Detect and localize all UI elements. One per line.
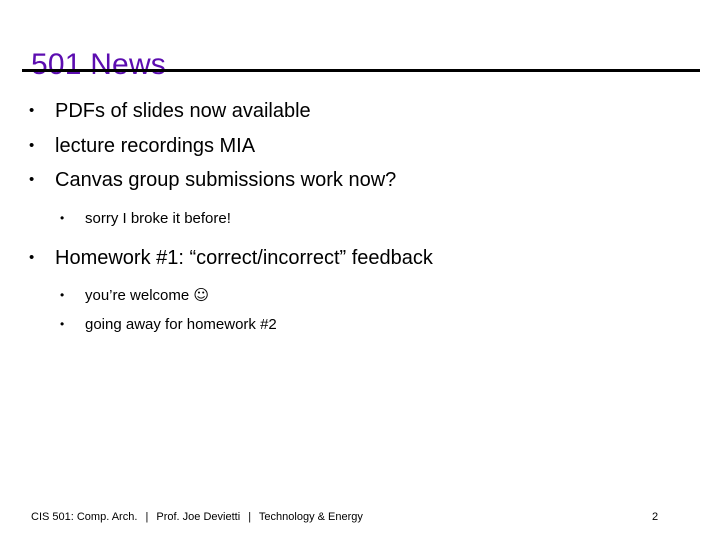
sub-list-item-text: you’re welcome <box>85 287 194 304</box>
bullet-list: • PDFs of slides now available • lecture… <box>0 94 720 339</box>
sub-list-item-label: going away for homework #2 <box>85 316 277 333</box>
sub-list-item: • going away for homework #2 <box>0 310 720 339</box>
list-item-label: Canvas group submissions work now? <box>55 169 397 191</box>
footer-separator: | <box>248 511 252 523</box>
list-item: • lecture recordings MIA <box>0 129 720 164</box>
list-item-label: Homework #1: “correct/incorrect” feedbac… <box>55 246 433 269</box>
bullet-marker-icon: • <box>60 210 65 225</box>
sub-list-item: • you’re welcome ☺ <box>0 281 720 310</box>
slide-canvas: 501 News • PDFs of slides now available … <box>0 0 720 540</box>
sub-list-item-label: sorry I broke it before! <box>85 209 231 227</box>
list-item: • PDFs of slides now available <box>0 94 720 129</box>
list-item: • Homework #1: “correct/incorrect” feedb… <box>0 241 720 276</box>
list-item: • Canvas group submissions work now? <box>0 163 720 198</box>
bullet-marker-icon: • <box>60 317 65 331</box>
footer-instructor: Prof. Joe Devietti <box>156 511 241 523</box>
footer-topic: Technology & Energy <box>258 511 363 523</box>
smiley-face-icon: ☺ <box>193 286 210 304</box>
footer-course: CIS 501: Comp. Arch. <box>31 511 138 523</box>
list-item-label: PDFs of slides now available <box>55 100 311 122</box>
sub-list-item-label: you’re welcome ☺ <box>85 281 720 310</box>
page-title: 501 News <box>31 48 167 82</box>
footer-separator: | <box>145 511 149 523</box>
bullet-marker-icon: • <box>29 248 35 266</box>
page-number: 2 <box>651 511 659 523</box>
bullet-marker-icon: • <box>29 171 35 188</box>
bullet-marker-icon: • <box>60 288 65 302</box>
slide-footer: CIS 501: Comp. Arch. | Prof. Joe Deviett… <box>31 510 363 524</box>
title-divider <box>22 69 700 72</box>
bullet-marker-icon: • <box>29 136 35 154</box>
sub-list-item: • sorry I broke it before! <box>0 204 720 233</box>
list-item-label: lecture recordings MIA <box>55 134 256 157</box>
bullet-marker-icon: • <box>29 102 35 119</box>
